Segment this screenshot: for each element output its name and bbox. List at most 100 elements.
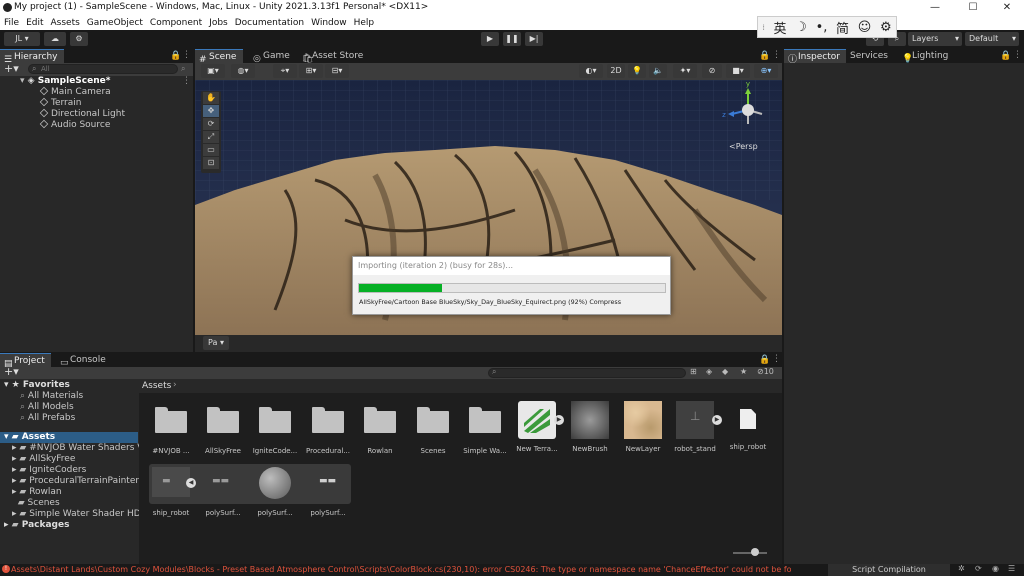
tab-hierarchy[interactable]: ☰ Hierarchy — [0, 49, 64, 65]
favorites-header[interactable]: ▾ ★ Favorites — [4, 380, 70, 391]
gizmos-icon[interactable]: ⊕▾ — [754, 64, 778, 78]
hierarchy-item-main-camera[interactable]: Main Camera — [39, 86, 111, 98]
menu-component[interactable]: Component — [150, 18, 202, 28]
hierarchy-item-directional-light[interactable]: Directional Light — [39, 108, 125, 120]
progress-icon[interactable]: ☰ — [1008, 564, 1015, 573]
expand-arrow-icon[interactable]: ▶ — [712, 415, 722, 425]
asset-folder-item[interactable]: ▸ ▰ Simple Water Shader HDRP — [12, 509, 152, 520]
asset-model-tile[interactable]: ▬ ship_robot — [145, 467, 197, 517]
console-error-message[interactable]: Assets\Distant Lands\Custom Cozy Modules… — [11, 565, 791, 574]
simplified-toggle[interactable]: 简 — [836, 18, 849, 37]
add-button[interactable]: +▾ — [4, 62, 19, 75]
visibility-icon[interactable]: ⊘ — [702, 64, 722, 78]
asset-mesh-tile[interactable]: polySurf... — [249, 467, 301, 517]
menu-edit[interactable]: Edit — [26, 18, 43, 28]
favorite-item[interactable]: ⌕ All Models — [20, 402, 74, 413]
scene-root[interactable]: ▾ ◈ SampleScene* — [20, 76, 110, 87]
tab-console[interactable]: ▭ Console — [56, 353, 112, 368]
asset-mesh-tile[interactable]: ▬▬ polySurf... — [302, 467, 354, 517]
camera-icon[interactable]: ■▾ — [726, 64, 750, 78]
scene-menu-icon[interactable]: ⋮ — [182, 76, 191, 86]
account-dropdown[interactable]: JL ▾ — [4, 32, 40, 46]
menu-kebab-icon[interactable]: ⋮ — [182, 50, 191, 60]
tab-asset-store[interactable]: 🛍 Asset Store — [298, 49, 369, 64]
menu-kebab-icon[interactable]: ⋮ — [1013, 50, 1022, 60]
asset-folder-item[interactable]: ▸ ▰ IgniteCoders — [12, 465, 86, 476]
asset-folder-tile[interactable]: Simple Wa... — [459, 407, 511, 455]
settings-icon[interactable]: ⚙ — [880, 20, 892, 35]
tab-game[interactable]: ◎ Game — [249, 49, 296, 64]
punctuation-toggle[interactable]: •, — [816, 20, 828, 35]
hidden-packages-icon[interactable]: ⊘10 — [757, 367, 774, 376]
cloud-icon[interactable]: ☁ — [44, 32, 66, 46]
label-filter-icon[interactable]: ◆ — [722, 367, 728, 376]
move-tool-icon[interactable]: ✥ — [203, 105, 219, 117]
collab-icon[interactable]: ⚙ — [70, 32, 88, 46]
perspective-label[interactable]: <Persp — [729, 142, 758, 151]
lock-icon[interactable]: 🔒 — [759, 51, 770, 61]
tab-scene[interactable]: # Scene — [195, 49, 243, 65]
tab-inspector[interactable]: ⓘ Inspector — [784, 49, 846, 65]
asset-model-tile[interactable]: ⊥ robot_stand — [669, 401, 721, 453]
asset-folder-item[interactable]: ▸ ▰ AllSkyFree — [12, 454, 75, 465]
minimize-button[interactable]: — — [920, 1, 950, 15]
search-filter-icon[interactable]: ⌕ — [181, 64, 185, 74]
favorite-item[interactable]: ⌕ All Prefabs — [20, 413, 75, 424]
menu-jobs[interactable]: Jobs — [209, 18, 228, 28]
asset-folder-tile[interactable]: Procedural... — [302, 407, 354, 455]
search-filter-icon[interactable]: ⊞ — [690, 367, 697, 376]
close-button[interactable]: ✕ — [992, 1, 1022, 15]
shading-mode-icon[interactable]: ◍▾ — [231, 64, 255, 78]
ime-language-toggle[interactable]: 英 — [774, 18, 787, 37]
rotate-tool-icon[interactable]: ⟳ — [203, 118, 219, 130]
favorite-star-icon[interactable]: ★ — [740, 367, 747, 376]
layout-dropdown[interactable]: Default ▾ — [965, 32, 1019, 46]
assets-root[interactable]: ▾ ▰ Assets — [0, 432, 138, 443]
layers-dropdown[interactable]: Layers ▾ — [908, 32, 962, 46]
asset-layer-tile[interactable]: NewLayer — [617, 401, 669, 453]
asset-folder-tile[interactable]: IgniteCode... — [249, 407, 301, 455]
lock-icon[interactable]: 🔒 — [759, 355, 770, 365]
type-filter-icon[interactable]: ◈ — [706, 367, 712, 376]
asset-folder-tile[interactable]: Rowlan — [354, 407, 406, 455]
emoji-icon[interactable]: ☺ — [858, 20, 872, 35]
hierarchy-search-input[interactable] — [28, 64, 178, 74]
hierarchy-item-audio-source[interactable]: Audio Source — [39, 119, 110, 131]
asset-folder-tile[interactable]: AllSkyFree — [197, 407, 249, 455]
transform-tool-icon[interactable]: ⊡ — [203, 157, 219, 169]
project-search-input[interactable] — [488, 368, 686, 378]
lock-icon[interactable]: 🔒 — [1000, 51, 1011, 61]
menu-window[interactable]: Window — [311, 18, 347, 28]
hierarchy-item-terrain[interactable]: Terrain — [39, 97, 81, 109]
asset-mesh-tile[interactable]: ▬▬ polySurf... — [197, 467, 249, 517]
zoom-slider-track[interactable] — [733, 552, 767, 554]
asset-folder-item[interactable]: ▰ Scenes — [12, 498, 60, 509]
menu-kebab-icon[interactable]: ⋮ — [772, 50, 781, 60]
mode-2d-toggle[interactable]: 2D — [607, 64, 625, 78]
effects-icon[interactable]: ✦▾ — [673, 64, 697, 78]
asset-folder-item[interactable]: ▸ ▰ Rowlan — [12, 487, 62, 498]
rect-tool-icon[interactable]: ▭ — [203, 144, 219, 156]
render-mode-icon[interactable]: ◐▾ — [579, 64, 603, 78]
pivot-icon[interactable]: ⌖▾ — [273, 64, 297, 78]
audio-toggle-icon[interactable]: 🔈 — [649, 64, 667, 78]
asset-brush-tile[interactable]: NewBrush — [564, 401, 616, 453]
collapse-arrow-icon[interactable]: ◀ — [186, 478, 196, 488]
tab-lighting[interactable]: 💡 Lighting — [898, 49, 954, 64]
step-button[interactable]: ▶| — [525, 32, 543, 46]
pause-button[interactable]: ❚❚ — [503, 32, 521, 46]
breadcrumb-assets[interactable]: Assets — [142, 381, 171, 391]
asset-folder-item[interactable]: ▸ ▰ #NVJOB Water Shaders V2 — [12, 443, 149, 454]
asset-folder-tile[interactable]: Scenes — [407, 407, 459, 455]
network-icon[interactable]: ◉ — [992, 564, 999, 573]
favorite-item[interactable]: ⌕ All Materials — [20, 391, 83, 402]
menu-documentation[interactable]: Documentation — [235, 18, 304, 28]
menu-assets[interactable]: Assets — [51, 18, 80, 28]
drag-handle-icon[interactable]: ⁞ — [762, 23, 765, 32]
lock-icon[interactable]: 🔒 — [170, 51, 181, 61]
debug-icon[interactable]: ✲ — [958, 564, 965, 573]
snap-icon[interactable]: ⊟▾ — [325, 64, 349, 78]
play-button[interactable]: ▶ — [481, 32, 499, 46]
global-icon[interactable]: ⊞▾ — [299, 64, 323, 78]
paint-overlay-dropdown[interactable]: Pa ▾ — [203, 336, 229, 350]
